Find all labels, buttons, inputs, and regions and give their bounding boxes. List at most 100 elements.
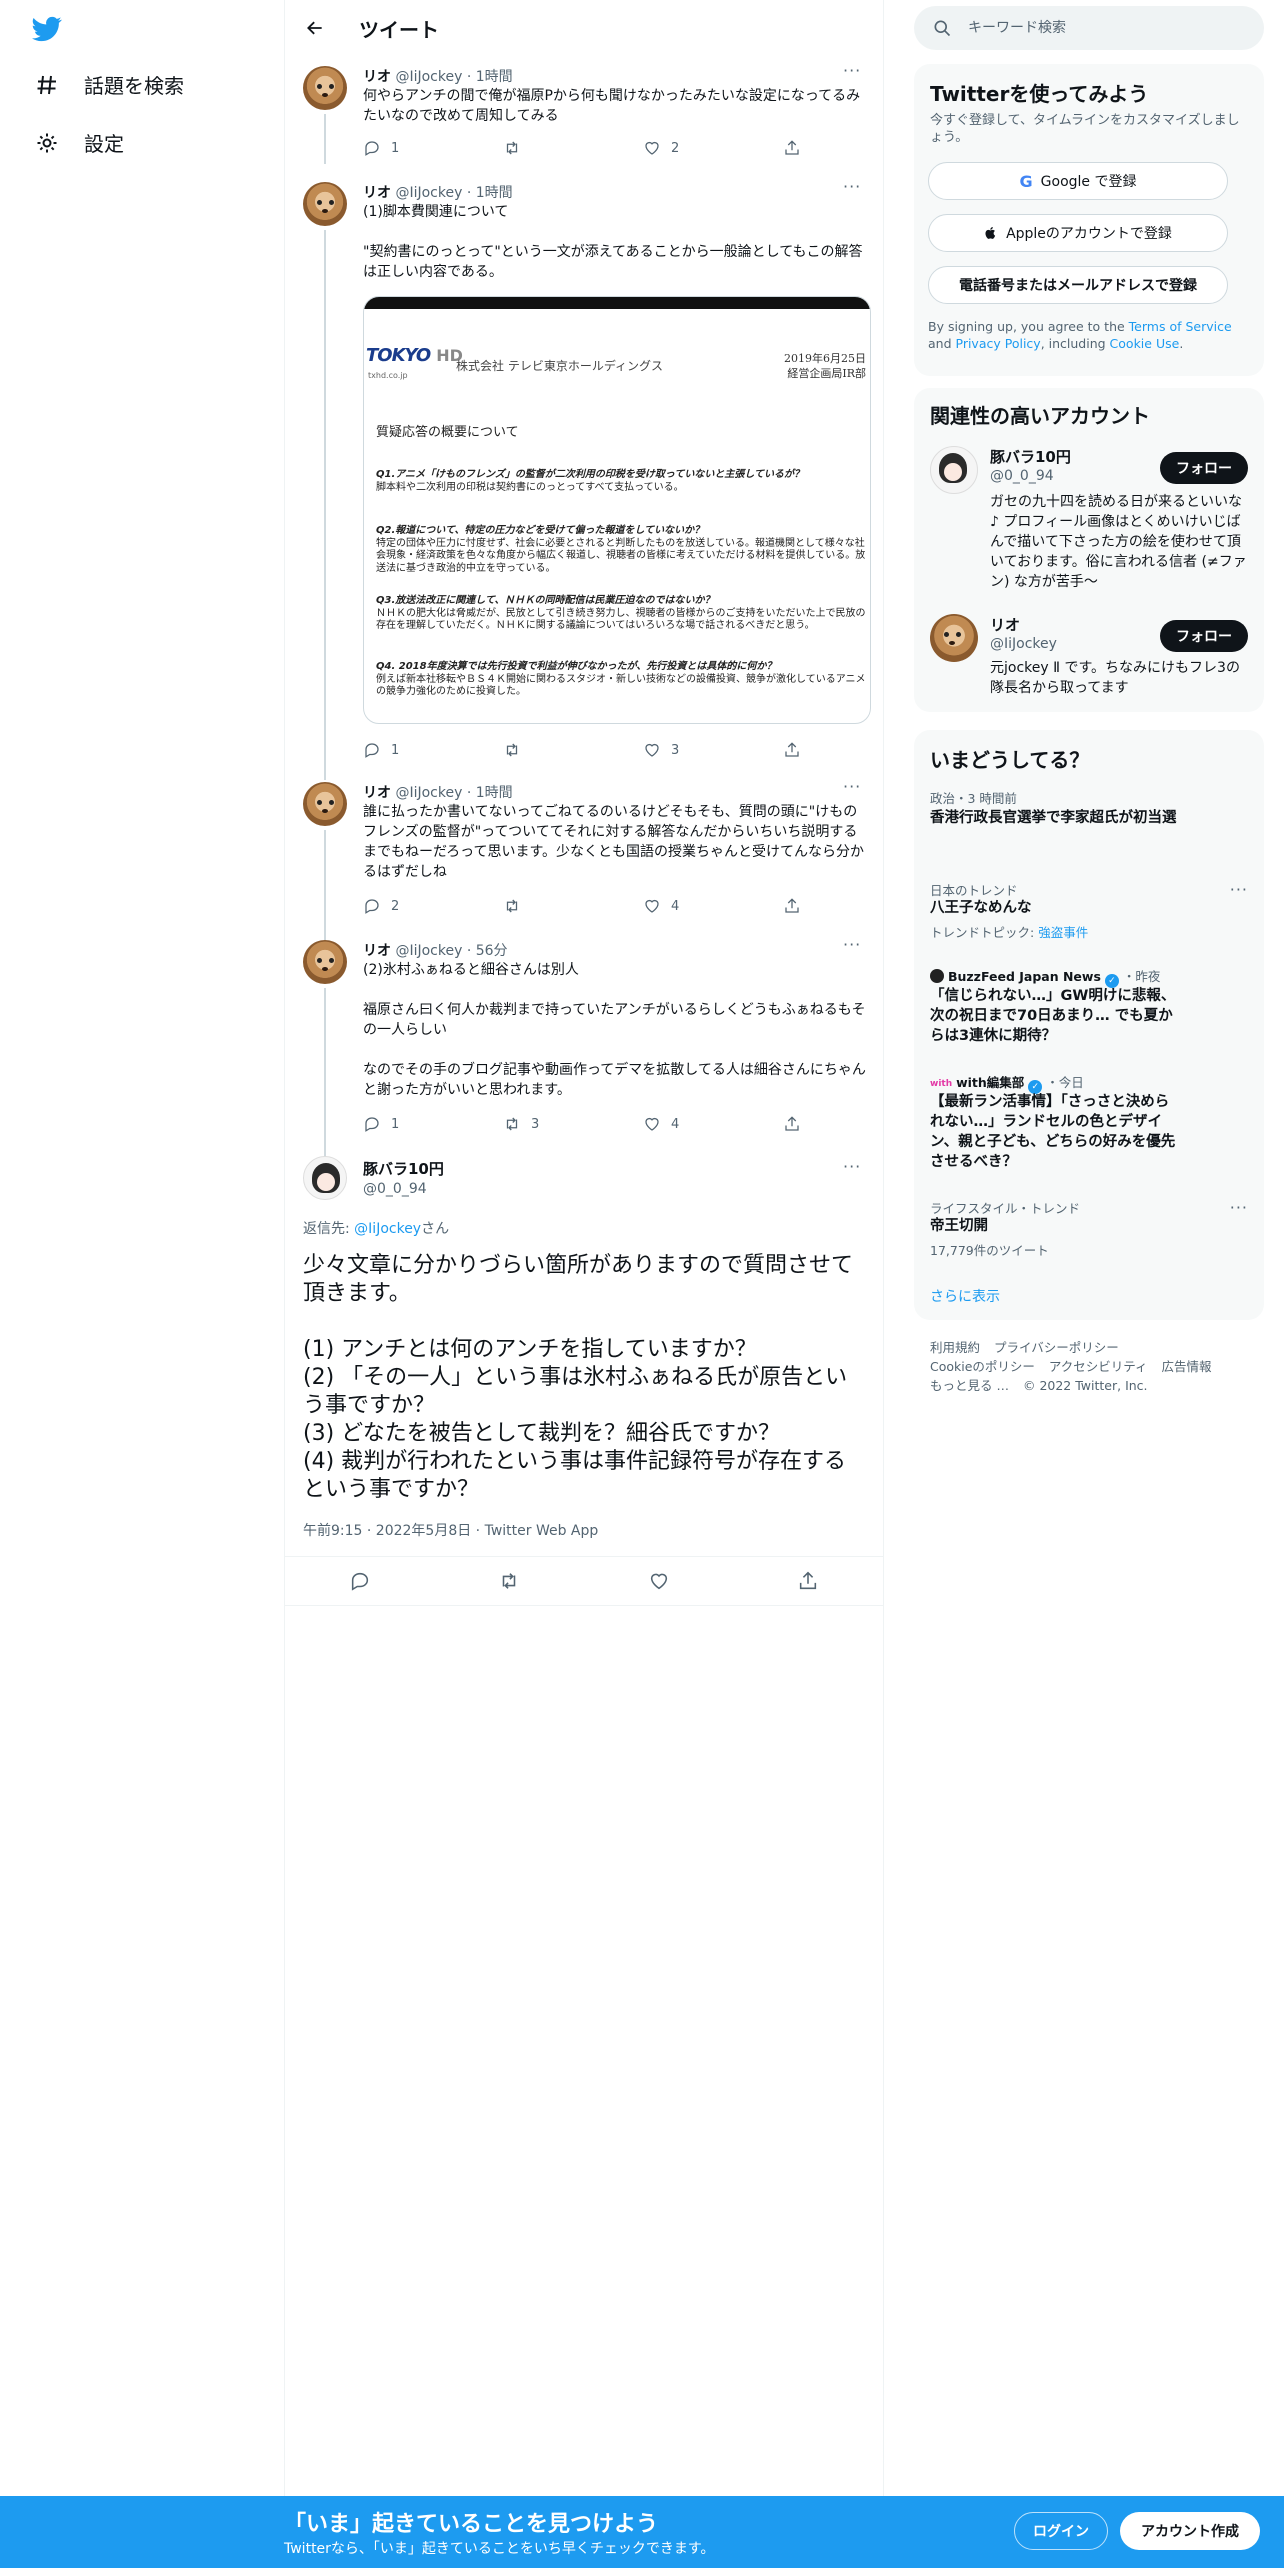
like-button[interactable]: 4 xyxy=(643,1114,733,1134)
reply-button[interactable]: 1 xyxy=(363,138,453,158)
tweet-actions: 1 2 xyxy=(363,138,803,158)
author-name[interactable]: リオ xyxy=(363,943,391,959)
doc-qa-2: Q2.報道について、特定の圧力などを受けて偏った報道をしていないか？ 特定の団体… xyxy=(376,525,866,574)
nav-settings[interactable]: 設定 xyxy=(34,128,124,157)
account-handle[interactable]: @0_0_94 xyxy=(990,468,1054,484)
retweet-button[interactable] xyxy=(503,896,593,916)
avatar[interactable] xyxy=(930,446,978,494)
author-name[interactable]: リオ xyxy=(363,69,391,85)
share-icon xyxy=(785,898,799,913)
apple-signup-button[interactable]: Appleのアカウントで登録 xyxy=(928,214,1228,252)
back-arrow-icon[interactable] xyxy=(299,12,331,44)
tweet-actions: 1 3 4 xyxy=(363,1114,803,1134)
share-icon xyxy=(785,742,799,757)
search-box[interactable] xyxy=(914,6,1264,50)
share-button[interactable] xyxy=(783,896,803,916)
share-button[interactable] xyxy=(783,740,803,760)
author-handle[interactable]: @0_0_94 xyxy=(363,1181,444,1197)
tweet-meta[interactable]: 午前9:15 · 2022年5月8日 · Twitter Web App xyxy=(303,1520,598,1540)
footer-cookie[interactable]: Cookieのポリシー xyxy=(930,1359,1035,1374)
avatar[interactable] xyxy=(930,614,978,662)
footer-ads[interactable]: 広告情報 xyxy=(1162,1359,1212,1374)
follow-button[interactable]: フォロー xyxy=(1160,452,1248,484)
phone-email-signup-button[interactable]: 電話番号またはメールアドレスで登録 xyxy=(928,266,1228,304)
with-logo-icon: with xyxy=(930,1079,953,1089)
tweet-time[interactable]: 1時間 xyxy=(476,69,513,85)
bottom-bar-subtitle: Twitterなら、「いま」起きていることをいち早くチェックできます。 xyxy=(284,2541,715,2557)
author-handle[interactable]: @IiJockey xyxy=(395,69,462,85)
tweet-1[interactable]: リオ @IiJockey · 1時間 ··· 何やらアンチの間で俺が福原Pから何… xyxy=(285,54,883,164)
tweet-4[interactable]: リオ @IiJockey · 56分 ··· (2)氷村ふぁねると細谷さんは別人… xyxy=(285,928,883,1158)
privacy-link[interactable]: Privacy Policy xyxy=(956,336,1041,351)
main-column: ツイート リオ @IiJockey · 1時間 ··· 何やらアンチの間で俺が福… xyxy=(284,0,884,2568)
follow-button[interactable]: フォロー xyxy=(1160,620,1248,652)
tweet-image-document[interactable]: TOKYO HD txhd.co.jp 株式会社 テレビ東京ホールディングス 2… xyxy=(363,296,871,724)
terms-link[interactable]: Terms of Service xyxy=(1129,319,1232,334)
like-button[interactable]: 2 xyxy=(643,138,733,158)
reply-button[interactable]: 2 xyxy=(363,896,453,916)
tweet-time[interactable]: 1時間 xyxy=(476,785,513,801)
reply-button[interactable]: 1 xyxy=(363,1114,453,1134)
share-button[interactable] xyxy=(783,1114,803,1134)
twitter-logo-icon[interactable] xyxy=(30,14,64,44)
author-name[interactable]: 豚バラ10円 xyxy=(363,1158,444,1179)
tweet-2[interactable]: リオ @IiJockey · 1時間 ··· (1)脚本費関連について "契約書… xyxy=(285,170,883,780)
more-icon[interactable]: ··· xyxy=(843,1159,865,1178)
reply-icon[interactable] xyxy=(349,1570,371,1592)
tweet-text: (1)脚本費関連について "契約書にのっとって"という一文が添えてあることから一… xyxy=(363,204,863,280)
more-icon[interactable]: ··· xyxy=(843,63,865,82)
tweet-time[interactable]: 56分 xyxy=(476,943,508,959)
avatar[interactable] xyxy=(303,1156,347,1200)
signup-button[interactable]: アカウント作成 xyxy=(1120,2512,1260,2550)
right-sidebar: Twitterを使ってみよう 今すぐ登録して、タイムラインをカスタマイズしましょ… xyxy=(884,0,1284,2568)
more-icon[interactable]: ··· xyxy=(843,937,865,956)
nav-explore-label: 話題を検索 xyxy=(84,74,184,98)
reply-icon xyxy=(365,899,379,914)
heart-icon xyxy=(645,141,659,155)
share-icon[interactable] xyxy=(797,1570,819,1592)
avatar[interactable] xyxy=(303,66,347,110)
nav-explore[interactable]: 話題を検索 xyxy=(34,70,184,99)
retweet-icon[interactable] xyxy=(498,1570,520,1592)
footer-privacy[interactable]: プライバシーポリシー xyxy=(994,1340,1119,1355)
more-icon[interactable]: ··· xyxy=(843,779,865,798)
footer-accessibility[interactable]: アクセシビリティ xyxy=(1049,1359,1148,1374)
more-icon[interactable]: ··· xyxy=(1230,880,1248,899)
search-input[interactable] xyxy=(968,16,1248,40)
tweet-3[interactable]: リオ @IiJockey · 1時間 ··· 誰に払ったか書いてないってごねてる… xyxy=(285,770,883,940)
thread-line xyxy=(324,988,326,1158)
gear-icon xyxy=(34,130,60,156)
account-name[interactable]: リオ xyxy=(990,614,1020,635)
related-title: 関連性の高いアカウント xyxy=(930,404,1150,428)
share-button[interactable] xyxy=(783,138,803,158)
footer-more[interactable]: もっと見る … xyxy=(930,1378,1009,1393)
more-icon[interactable]: ··· xyxy=(1230,1198,1248,1217)
avatar[interactable] xyxy=(303,782,347,826)
avatar[interactable] xyxy=(303,940,347,984)
account-handle[interactable]: @IiJockey xyxy=(990,636,1057,652)
show-more-link[interactable]: さらに表示 xyxy=(930,1286,1000,1306)
like-button[interactable]: 3 xyxy=(643,740,733,760)
retweet-button[interactable] xyxy=(503,740,593,760)
google-signup-button[interactable]: G Google で登録 xyxy=(928,162,1228,200)
account-name[interactable]: 豚バラ10円 xyxy=(990,446,1071,467)
retweet-button[interactable] xyxy=(503,138,593,158)
more-icon[interactable]: ··· xyxy=(843,179,865,198)
trend-topic-link[interactable]: 強盗事件 xyxy=(1038,925,1088,940)
avatar[interactable] xyxy=(303,182,347,226)
tweet-time[interactable]: 1時間 xyxy=(476,185,513,201)
retweet-button[interactable]: 3 xyxy=(503,1114,593,1134)
signup-terms: By signing up, you agree to the Terms of… xyxy=(928,319,1232,351)
reply-button[interactable]: 1 xyxy=(363,740,453,760)
footer-terms[interactable]: 利用規約 xyxy=(930,1340,980,1355)
author-handle[interactable]: @IiJockey xyxy=(395,785,462,801)
author-handle[interactable]: @IiJockey xyxy=(395,185,462,201)
author-name[interactable]: リオ xyxy=(363,785,391,801)
cookie-link[interactable]: Cookie Use xyxy=(1110,336,1180,351)
like-button[interactable]: 4 xyxy=(643,896,733,916)
heart-icon[interactable] xyxy=(648,1570,670,1592)
author-name[interactable]: リオ xyxy=(363,185,391,201)
login-button[interactable]: ログイン xyxy=(1014,2512,1108,2550)
reply-to-link[interactable]: @IiJockey xyxy=(354,1221,421,1237)
author-handle[interactable]: @IiJockey xyxy=(395,943,462,959)
